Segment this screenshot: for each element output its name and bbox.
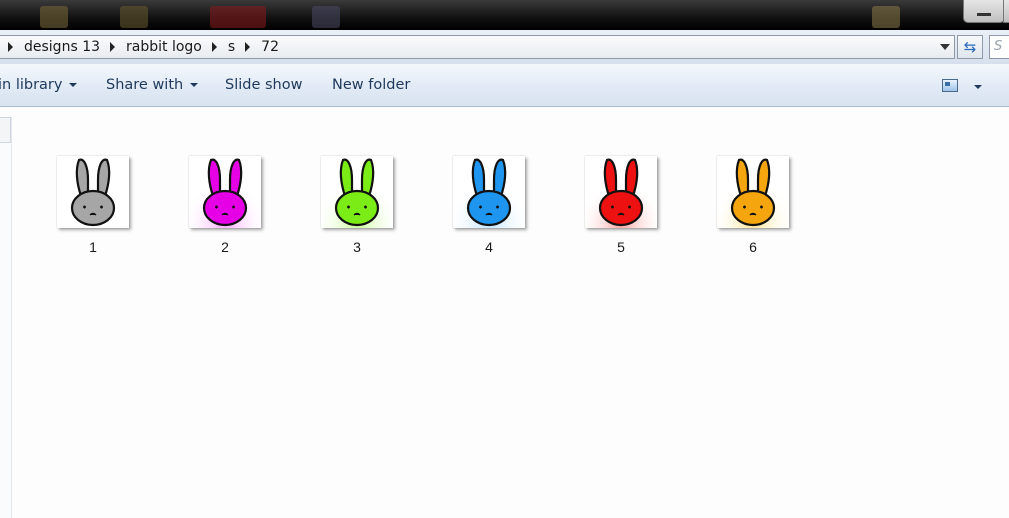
share-with-label: Share with: [106, 77, 184, 93]
file-name[interactable]: 6: [713, 239, 793, 255]
breadcrumb-label[interactable]: 72: [259, 38, 281, 56]
breadcrumb-chevron-icon[interactable]: [110, 42, 116, 52]
view-options-dropdown[interactable]: [974, 85, 982, 89]
breadcrumb-label[interactable]: designs 13: [22, 38, 102, 56]
refresh-button[interactable]: ⇆: [957, 35, 983, 59]
file-name[interactable]: 1: [53, 239, 133, 255]
file-item[interactable]: 2: [185, 156, 265, 255]
new-folder-label: New folder: [332, 77, 411, 93]
search-input[interactable]: S: [989, 35, 1009, 59]
minimize-icon: [977, 13, 991, 16]
navigation-pane-edge: [0, 117, 12, 518]
file-list-pane[interactable]: 1 2 3 4 5 6: [0, 107, 1009, 518]
file-item[interactable]: 1: [53, 156, 133, 255]
address-history-dropdown[interactable]: [937, 39, 953, 55]
breadcrumb-chevron-icon[interactable]: [8, 42, 13, 52]
rabbit-logo-icon: [453, 156, 525, 228]
image-thumbnail[interactable]: [57, 156, 129, 228]
file-name[interactable]: 3: [317, 239, 397, 255]
breadcrumb-label[interactable]: rabbit logo: [124, 38, 204, 56]
desktop-icon-ghost: [120, 6, 148, 28]
maximize-button[interactable]: [1003, 0, 1009, 23]
breadcrumb-chevron-icon[interactable]: [211, 42, 217, 52]
desktop-icon-ghost: [210, 6, 266, 28]
slide-show-label: Slide show: [225, 77, 303, 93]
address-bar[interactable]: designs 13 rabbit logo s 72: [0, 35, 955, 59]
image-thumbnail[interactable]: [453, 156, 525, 228]
image-thumbnail[interactable]: [717, 156, 789, 228]
breadcrumb-item[interactable]: s: [204, 38, 237, 56]
file-item[interactable]: 3: [317, 156, 397, 255]
file-item[interactable]: 4: [449, 156, 529, 255]
slide-show-button[interactable]: Slide show: [225, 77, 302, 93]
chevron-down-icon: [940, 44, 950, 50]
breadcrumb-item[interactable]: designs 13: [0, 38, 102, 56]
rabbit-logo-icon: [717, 156, 789, 228]
rabbit-logo-icon: [189, 156, 261, 228]
breadcrumb-item[interactable]: rabbit logo: [102, 38, 204, 56]
include-in-library-label: in library: [0, 77, 63, 93]
rabbit-logo-icon: [321, 156, 393, 228]
rabbit-logo-icon: [70, 158, 116, 227]
minimize-button[interactable]: [963, 0, 1005, 23]
new-folder-button[interactable]: New folder: [332, 77, 410, 93]
image-thumbnail[interactable]: [585, 156, 657, 228]
breadcrumb-item[interactable]: 72: [237, 38, 281, 56]
breadcrumb-label[interactable]: s: [226, 38, 237, 56]
file-name[interactable]: 2: [185, 239, 265, 255]
window-title-bar: [0, 0, 1009, 30]
rabbit-logo-icon: [585, 156, 657, 228]
share-with-button[interactable]: Share with: [106, 77, 199, 93]
desktop-icon-ghost: [312, 6, 340, 28]
file-name[interactable]: 5: [581, 239, 661, 255]
chevron-down-icon: [190, 83, 199, 87]
address-bar-row: designs 13 rabbit logo s 72 ⇆ S: [0, 30, 1009, 64]
file-item[interactable]: 5: [581, 156, 661, 255]
file-name[interactable]: 4: [449, 239, 529, 255]
include-in-library-button[interactable]: in library: [0, 77, 78, 93]
chevron-down-icon: [69, 83, 78, 87]
image-thumbnail[interactable]: [321, 156, 393, 228]
navigation-pane-tab[interactable]: [0, 117, 11, 143]
refresh-icon: ⇆: [963, 38, 977, 56]
image-thumbnail[interactable]: [189, 156, 261, 228]
command-bar: in library Share with Slide show New fol…: [0, 64, 1009, 107]
file-item[interactable]: 6: [713, 156, 793, 255]
change-view-icon[interactable]: [942, 79, 958, 92]
desktop-icon-ghost: [40, 6, 68, 28]
breadcrumb-chevron-icon[interactable]: [245, 42, 251, 52]
desktop-icon-ghost: [872, 6, 900, 28]
